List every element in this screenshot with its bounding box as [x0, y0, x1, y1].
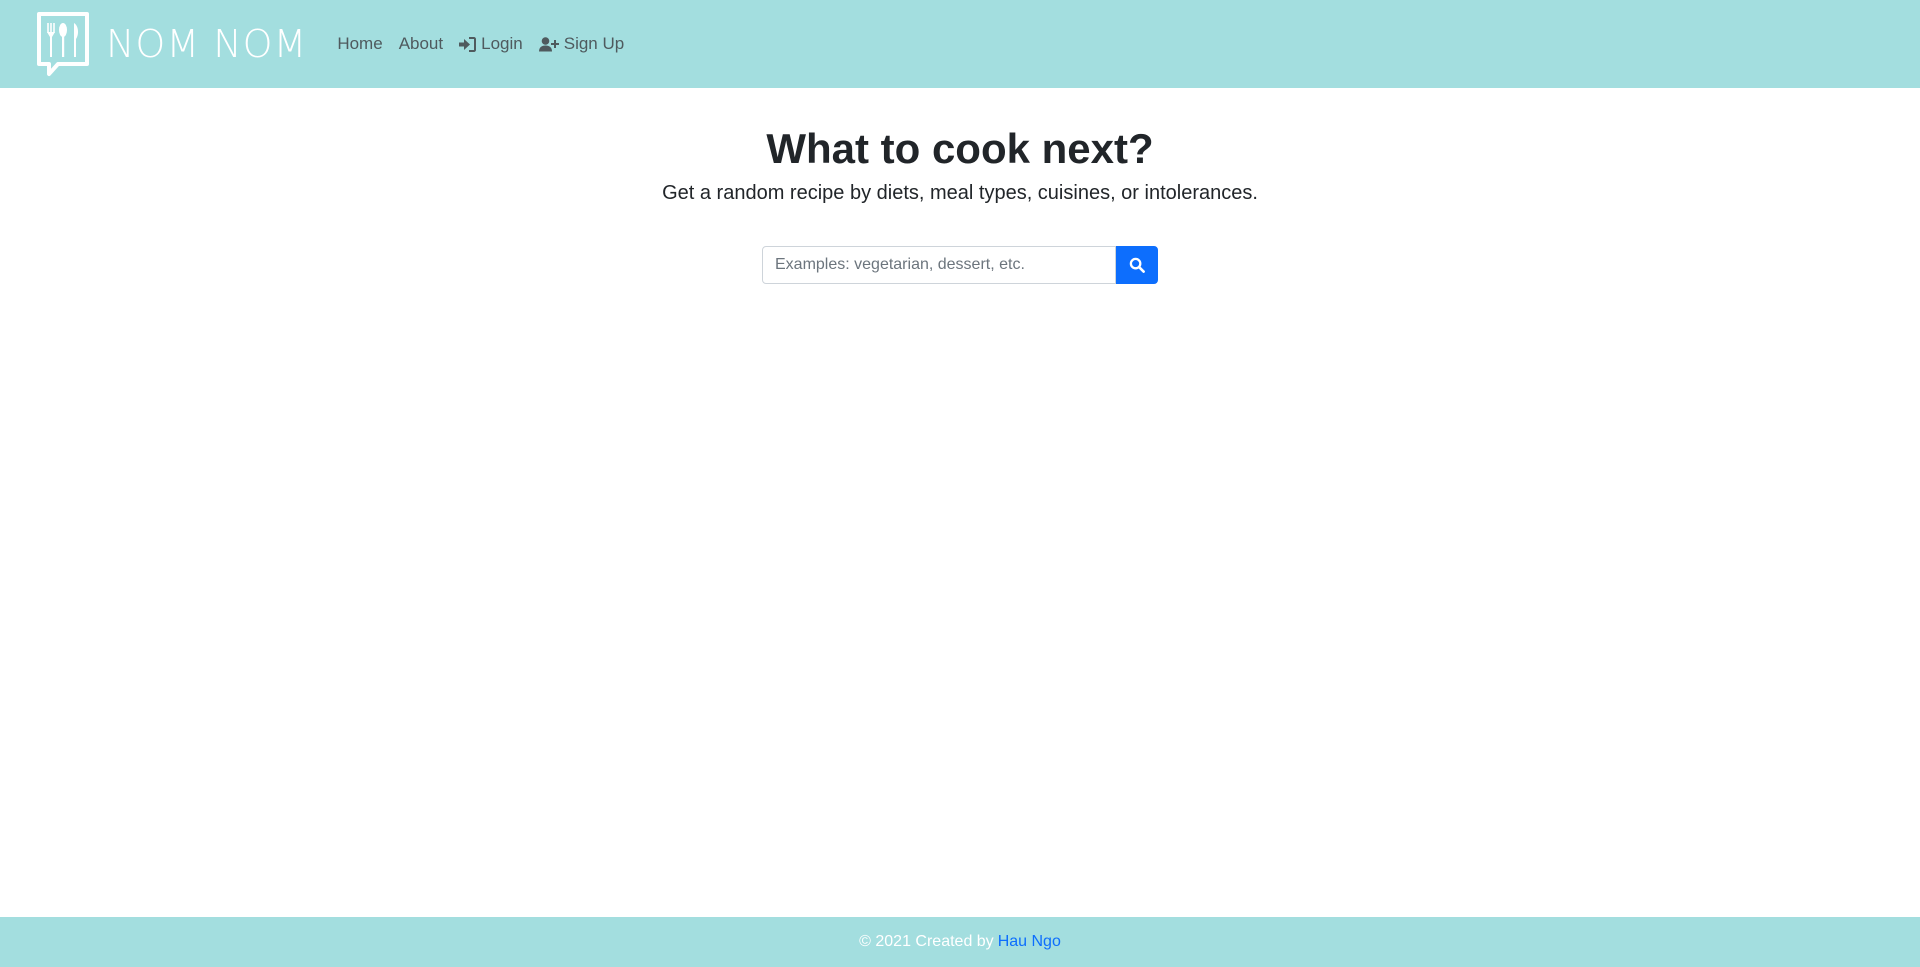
search-form [0, 246, 1920, 285]
search-input[interactable] [762, 246, 1116, 285]
nav-signup-link[interactable]: Sign Up [531, 26, 632, 62]
nav-home-label: Home [337, 34, 383, 53]
page-title: What to cook next? [766, 125, 1154, 172]
nav-login-label: Login [481, 34, 523, 53]
footer: © 2021 Created by Hau Ngo [0, 917, 1920, 967]
sign-in-icon [459, 36, 477, 52]
nav-signup-label: Sign Up [563, 34, 625, 53]
footer-author-link[interactable]: Hau Ngo [998, 933, 1061, 951]
nav-about-label: About [398, 34, 444, 53]
brand-link[interactable]: NOM NOM [36, 11, 307, 77]
utensils-logo-icon [37, 12, 89, 76]
main-content: What to cook next? Get a random recipe b… [0, 88, 1920, 285]
nav-home-link[interactable]: Home [329, 26, 390, 62]
search-button[interactable] [1116, 246, 1158, 285]
brand-name: NOM NOM [106, 22, 308, 66]
footer-text: © 2021 Created by [859, 933, 994, 950]
user-plus-icon [538, 36, 559, 51]
search-icon [1129, 258, 1145, 274]
nav-menu: Home About Login Sign Up [329, 26, 632, 62]
navbar: NOM NOM Home About Login Sign Up [0, 0, 1920, 88]
nav-login-link[interactable]: Login [451, 26, 531, 62]
nav-about-link[interactable]: About [391, 26, 451, 62]
page-subtitle: Get a random recipe by diets, meal types… [662, 182, 1258, 205]
